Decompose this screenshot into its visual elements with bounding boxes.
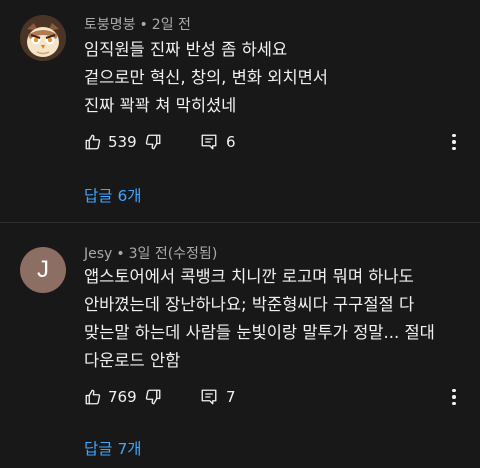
thumbs-up-icon bbox=[85, 389, 101, 405]
owl-avatar-icon[interactable] bbox=[20, 15, 66, 61]
comment-line: 앱스토어에서 콕뱅크 치니깐 로고며 뭐며 하나도 bbox=[84, 267, 414, 286]
comment-icon bbox=[201, 134, 217, 150]
dislike-button[interactable] bbox=[144, 133, 200, 151]
comment-line: 임직원들 진짜 반성 좀 하세요 bbox=[84, 40, 288, 59]
comment-meta: 토붕명붕 • 2일 전 bbox=[84, 14, 191, 34]
comment-text: 임직원들 진짜 반성 좀 하세요 겉으로만 혁신, 창의, 변화 외치면서 진짜… bbox=[84, 36, 464, 120]
comment-line: 다운로드 안함 bbox=[84, 351, 181, 370]
comment: 토붕명붕 • 2일 전 임직원들 진짜 반성 좀 하세요 겉으로만 혁신, 창의, … bbox=[0, 0, 480, 222]
comment-icon bbox=[201, 389, 217, 405]
reply-button[interactable]: 7 bbox=[200, 388, 236, 406]
like-button[interactable]: 539 bbox=[84, 133, 144, 151]
comment-time[interactable]: 3일 전(수정됨) bbox=[129, 246, 218, 262]
thumbs-up-icon bbox=[85, 134, 101, 150]
comment-line: 안바꼈는데 장난하나요; 박준형씨다 구구절절 다 bbox=[84, 295, 415, 314]
like-count: 539 bbox=[108, 133, 137, 151]
thumbs-down-icon bbox=[145, 389, 161, 405]
view-replies-link[interactable]: 답글 6개 bbox=[84, 184, 142, 206]
like-count: 769 bbox=[108, 388, 137, 406]
comment-actions: 769 7 bbox=[84, 385, 236, 409]
author-name[interactable]: Jesy bbox=[84, 246, 112, 262]
comment-line: 겉으로만 혁신, 창의, 변화 외치면서 bbox=[84, 68, 328, 87]
comment-actions: 539 6 bbox=[84, 130, 236, 154]
avatar-letter: J bbox=[37, 256, 49, 283]
comment-meta: Jesy • 3일 전(수정됨) bbox=[84, 243, 217, 263]
like-button[interactable]: 769 bbox=[84, 388, 144, 406]
view-replies-link[interactable]: 답글 7개 bbox=[84, 437, 142, 459]
dislike-button[interactable] bbox=[144, 388, 200, 406]
comment-line: 맞는말 하는데 사람들 눈빛이랑 말투가 정말... 절대 bbox=[84, 323, 435, 342]
reply-button[interactable]: 6 bbox=[200, 133, 236, 151]
separator: • bbox=[116, 246, 125, 262]
comment-line: 진짜 꽉꽉 쳐 막히셨네 bbox=[84, 96, 237, 115]
thumbs-down-icon bbox=[145, 134, 161, 150]
author-name[interactable]: 토붕명붕 bbox=[84, 17, 136, 33]
reply-count: 6 bbox=[226, 133, 236, 151]
more-options-icon[interactable] bbox=[444, 385, 464, 409]
comment: J Jesy • 3일 전(수정됨) 앱스토어에서 콕뱅크 치니깐 로고며 뭐며 하… bbox=[0, 223, 480, 468]
reply-count: 7 bbox=[226, 388, 236, 406]
comment-time[interactable]: 2일 전 bbox=[152, 17, 191, 33]
more-options-icon[interactable] bbox=[444, 130, 464, 154]
separator: • bbox=[139, 17, 148, 33]
comment-text: 앱스토어에서 콕뱅크 치니깐 로고며 뭐며 하나도 안바꼈는데 장난하나요; 박… bbox=[84, 263, 464, 375]
avatar[interactable]: J bbox=[20, 247, 66, 293]
